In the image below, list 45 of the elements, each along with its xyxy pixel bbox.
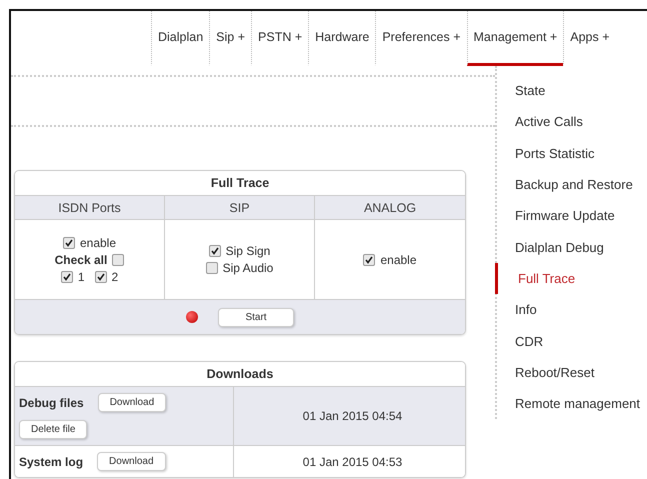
delete-button[interactable]: Delete file xyxy=(19,420,88,439)
menu-item[interactable]: Active Calls xyxy=(495,106,647,138)
checkbox[interactable] xyxy=(94,270,106,282)
checkbox-label: 2 xyxy=(112,270,118,284)
panel-title: Downloads xyxy=(15,362,465,387)
menu-item[interactable]: Reboot/Reset xyxy=(495,356,647,388)
column-header: ANALOG xyxy=(315,196,465,220)
nav-tab[interactable]: Apps + xyxy=(563,11,616,66)
column-header: ISDN Ports xyxy=(15,196,165,220)
checkbox[interactable] xyxy=(62,236,75,248)
menu-item[interactable]: Info xyxy=(495,294,647,326)
menu-item[interactable]: Backup and Restore xyxy=(495,168,647,200)
nav-tab[interactable]: Management + xyxy=(466,11,564,66)
menu-item[interactable]: CDR xyxy=(495,325,647,357)
checkbox[interactable] xyxy=(112,254,124,266)
row-label: System log xyxy=(19,454,84,468)
column-header: SIP xyxy=(165,196,315,220)
menu-item[interactable]: Ports Statistic xyxy=(495,138,647,169)
menu-item[interactable]: Firmware Update xyxy=(495,200,647,232)
checkbox[interactable] xyxy=(363,254,376,266)
nav-tab[interactable]: Hardware xyxy=(308,11,376,66)
nav-tab[interactable]: PSTN + xyxy=(251,11,308,66)
date-text: 01 Jan 2015 04:53 xyxy=(302,454,404,470)
panel-title: Full Trace xyxy=(15,171,465,196)
menu-item[interactable]: Full Trace xyxy=(495,262,647,294)
nav-tab[interactable]: Sip + xyxy=(209,11,252,66)
nav-tab[interactable]: Dialplan xyxy=(151,11,210,66)
checkbox-label: Sip Sign xyxy=(226,244,270,258)
menu-item[interactable]: Remote management xyxy=(495,388,647,420)
checkbox-label: 1 xyxy=(78,270,84,284)
nav-tab[interactable]: Preferences + xyxy=(375,11,466,66)
start-button[interactable]: Start xyxy=(218,308,294,326)
checkbox[interactable] xyxy=(208,245,221,257)
checkbox-label: enable xyxy=(80,236,116,250)
row-label: Debug files xyxy=(19,396,84,410)
menu-item[interactable]: State xyxy=(495,75,647,106)
download-button[interactable]: Download xyxy=(97,452,166,471)
checkbox-label: enable xyxy=(380,252,417,266)
checkbox-label: Check all xyxy=(54,252,108,266)
download-button[interactable]: Download xyxy=(98,393,166,412)
checkbox[interactable] xyxy=(60,270,73,282)
checkbox[interactable] xyxy=(206,262,218,274)
checkbox-label: Sip Audio xyxy=(222,261,274,275)
date-text: 01 Jan 2015 04:54 xyxy=(302,408,404,425)
menu-item[interactable]: Dialplan Debug xyxy=(495,231,647,263)
